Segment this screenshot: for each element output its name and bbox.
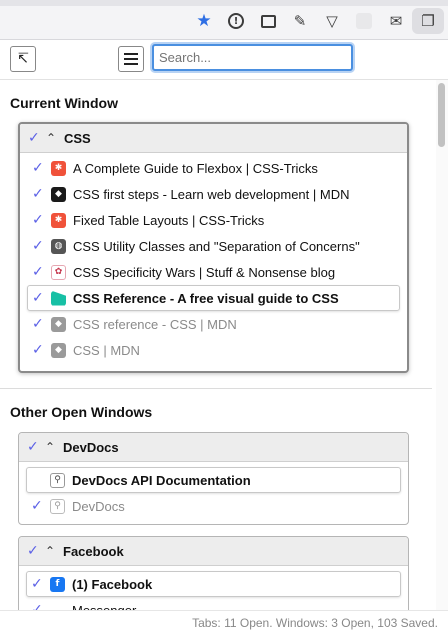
tab-item[interactable]: ✓ ✱ A Complete Guide to Flexbox | CSS-Tr… <box>20 155 407 181</box>
window-title[interactable]: Facebook <box>63 544 124 559</box>
mdn-icon: ◆ <box>51 316 66 332</box>
popout-arrow-icon: ↸ <box>17 51 29 67</box>
window-devdocs[interactable]: ✓ ⌃ DevDocs ✓ ⚲ DevDocs API Documentatio… <box>18 432 409 525</box>
check-icon[interactable]: ✓ <box>32 316 51 332</box>
tabs-manager-icon[interactable]: ❐ <box>412 8 444 34</box>
current-window-title: Current Window <box>10 95 118 111</box>
devdocs-icon: ⚲ <box>50 472 65 488</box>
extension-blank-icon[interactable] <box>348 8 380 34</box>
check-icon[interactable]: ✓ <box>32 290 51 306</box>
hamburger-line <box>124 58 138 60</box>
mdn-icon: ◆ <box>51 186 66 202</box>
specificity-icon: ✿ <box>51 264 66 280</box>
window-header[interactable]: ✓ ⌃ CSS <box>20 124 407 153</box>
tab-title: DevDocs <box>72 498 125 514</box>
tab-item[interactable]: ✓ ✱ Fixed Table Layouts | CSS-Tricks <box>20 207 407 233</box>
tab-title: A Complete Guide to Flexbox | CSS-Tricks <box>73 160 318 176</box>
popup-header: ↸ <box>0 40 448 80</box>
pin-icon[interactable]: ✎ <box>284 8 316 34</box>
window-header[interactable]: ✓ ⌃ DevDocs <box>19 433 408 462</box>
chevron-up-icon[interactable]: ⌃ <box>46 131 64 145</box>
facebook-icon: f <box>50 576 65 592</box>
tab-title: (1) Facebook <box>72 576 153 592</box>
browser-toolbar: ★ ! ✎ ▽ ✉ ❐ <box>0 0 448 40</box>
mail-icon[interactable]: ✉ <box>380 8 412 34</box>
tab-title: CSS Utility Classes and "Separation of C… <box>73 238 360 254</box>
check-icon[interactable]: ✓ <box>31 576 50 592</box>
tab-item[interactable]: ✓ ◆ CSS first steps - Learn web developm… <box>20 181 407 207</box>
chevron-up-icon[interactable]: ⌃ <box>45 544 63 558</box>
tab-title: Fixed Table Layouts | CSS-Tricks <box>73 212 265 228</box>
tab-title: CSS Specificity Wars | Stuff & Nonsense … <box>73 264 336 280</box>
check-icon[interactable]: ✓ <box>32 238 51 254</box>
check-icon[interactable]: ✓ <box>32 342 51 358</box>
active-tab-item[interactable]: ✓ f (1) Facebook <box>26 571 401 597</box>
cssreference-icon <box>51 290 66 306</box>
toolbar-icons: ★ ! ✎ ▽ ✉ ❐ <box>188 8 444 34</box>
closed-tab-item[interactable]: ✓ ◆ CSS | MDN <box>20 337 407 363</box>
star-icon[interactable]: ★ <box>188 8 220 34</box>
popout-button[interactable]: ↸ <box>10 46 36 72</box>
tab-title: CSS first steps - Learn web development … <box>73 186 350 202</box>
active-tab-item[interactable]: ✓ CSS Reference - A free visual guide to… <box>27 285 400 311</box>
pocket-icon[interactable]: ▽ <box>316 8 348 34</box>
scrollbar-thumb[interactable] <box>438 83 445 147</box>
mdn-icon: ◆ <box>51 342 66 358</box>
check-icon[interactable]: ✓ <box>32 264 51 280</box>
chevron-up-icon[interactable]: ⌃ <box>45 440 63 454</box>
info-circle-icon[interactable]: ! <box>220 8 252 34</box>
tab-list: ✓ ⚲ DevDocs API Documentation ✓ ⚲ DevDoc… <box>19 462 408 524</box>
window-css[interactable]: ✓ ⌃ CSS ✓ ✱ A Complete Guide to Flexbox … <box>18 122 409 373</box>
check-icon[interactable]: ✓ <box>28 130 46 146</box>
closed-tab-item[interactable]: ✓ ◆ CSS reference - CSS | MDN <box>20 311 407 337</box>
tab-title: CSS Reference - A free visual guide to C… <box>73 290 339 306</box>
search-input[interactable] <box>152 44 353 71</box>
tab-item[interactable]: ✓ ✿ CSS Specificity Wars | Stuff & Nonse… <box>20 259 407 285</box>
csstricks-icon: ✱ <box>51 160 66 176</box>
check-icon[interactable]: ✓ <box>31 498 50 514</box>
check-icon[interactable]: ✓ <box>32 160 51 176</box>
screenshot-frame-icon[interactable] <box>252 8 284 34</box>
other-windows-title: Other Open Windows <box>10 404 153 420</box>
status-text: Tabs: 11 Open. Windows: 3 Open, 103 Save… <box>192 616 438 630</box>
status-bar: Tabs: 11 Open. Windows: 3 Open, 103 Save… <box>0 610 448 634</box>
check-icon[interactable]: ✓ <box>27 543 45 559</box>
scrollbar-track[interactable] <box>436 80 448 610</box>
window-title[interactable]: CSS <box>64 131 91 146</box>
window-header[interactable]: ✓ ⌃ Facebook <box>19 537 408 566</box>
tab-item[interactable]: ✓ ◍ CSS Utility Classes and "Separation … <box>20 233 407 259</box>
extension-popup: ★ ! ✎ ▽ ✉ ❐ ↸ Current Window ✓ ⌃ CSS ✓ <box>0 0 448 634</box>
tab-title: DevDocs API Documentation <box>72 472 251 488</box>
menu-button[interactable] <box>118 46 144 72</box>
url-bar-edge <box>0 0 448 6</box>
devdocs-icon: ⚲ <box>50 498 65 514</box>
tab-title: CSS | MDN <box>73 342 140 358</box>
window-title[interactable]: DevDocs <box>63 440 119 455</box>
tab-title: CSS reference - CSS | MDN <box>73 316 237 332</box>
tab-list: ✓ ✱ A Complete Guide to Flexbox | CSS-Tr… <box>20 153 407 369</box>
globe-icon: ◍ <box>51 238 66 254</box>
check-icon[interactable]: ✓ <box>32 186 51 202</box>
hamburger-line <box>124 53 138 55</box>
active-tab-item[interactable]: ✓ ⚲ DevDocs API Documentation <box>26 467 401 493</box>
check-icon[interactable]: ✓ <box>32 212 51 228</box>
csstricks-icon: ✱ <box>51 212 66 228</box>
check-icon[interactable]: ✓ <box>27 439 45 455</box>
section-divider <box>0 388 432 389</box>
closed-tab-item[interactable]: ✓ ⚲ DevDocs <box>19 493 408 519</box>
hamburger-line <box>124 63 138 65</box>
